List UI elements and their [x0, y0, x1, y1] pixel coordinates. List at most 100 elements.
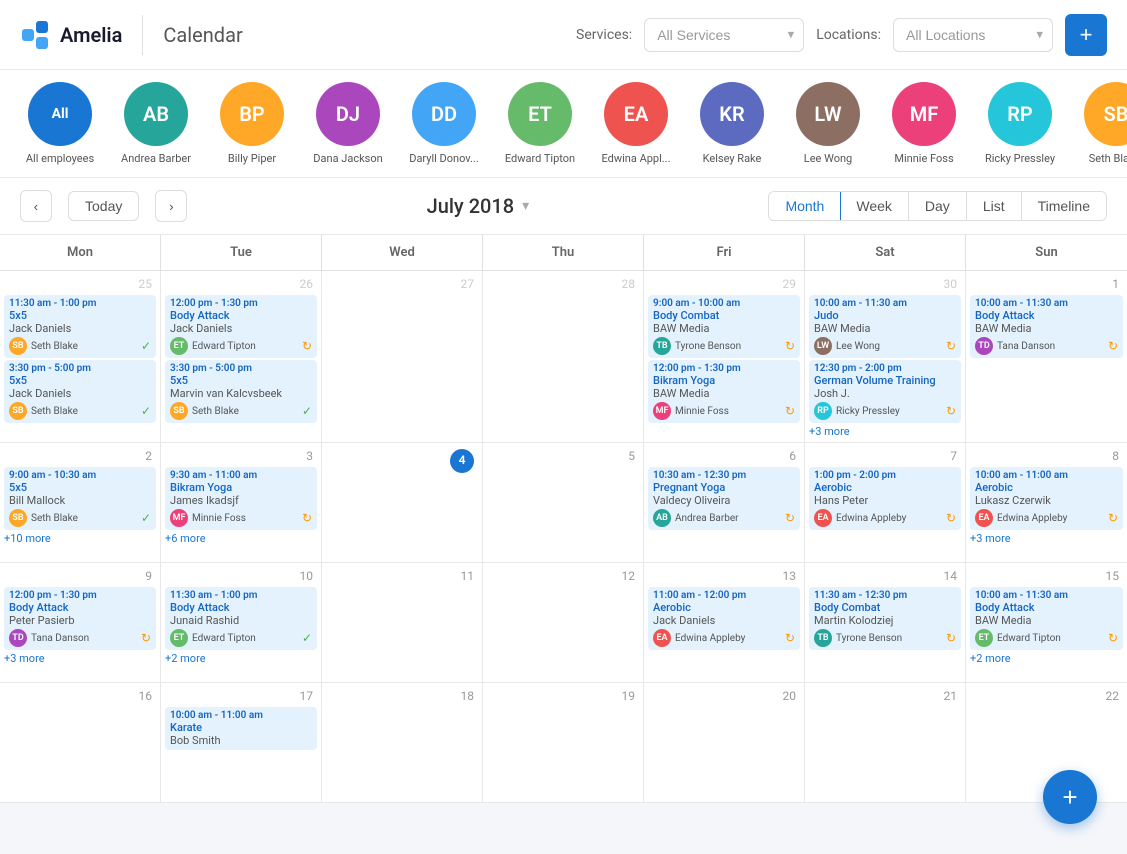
event-subtitle: Valdecy Oliveira [653, 494, 795, 507]
calendar-event[interactable]: 11:30 am - 1:00 pmBody AttackJunaid Rash… [165, 587, 317, 650]
more-link[interactable]: +3 more [4, 652, 156, 665]
calendar-event[interactable]: 1:00 pm - 2:00 pmAerobicHans Peter EA Ed… [809, 467, 961, 530]
avatar: ET [508, 82, 572, 146]
calendar-event[interactable]: 9:00 am - 10:30 am5x5Bill Mallock SB Set… [4, 467, 156, 530]
cal-cell: 1311:00 am - 12:00 pmAerobicJack Daniels… [644, 563, 805, 683]
logo-icon [20, 19, 52, 51]
next-button[interactable]: › [155, 190, 187, 222]
employee-item-ricky[interactable]: RPRicky Pressley [980, 82, 1060, 165]
calendar-event[interactable]: 9:00 am - 10:00 amBody CombatBAW Media T… [648, 295, 800, 358]
view-month-button[interactable]: Month [768, 191, 841, 221]
cal-date-number: 5 [487, 447, 639, 467]
page-title: Calendar [163, 23, 242, 47]
calendar-event[interactable]: 10:00 am - 11:30 amBody AttackBAW Media … [970, 587, 1123, 650]
calendar-event[interactable]: 3:30 pm - 5:00 pm5x5Marvin van Kalcvsbee… [165, 360, 317, 423]
cal-cell: 16 [0, 683, 161, 803]
employee-item-kelsey[interactable]: KRKelsey Rake [692, 82, 772, 165]
cal-date-number: 11 [326, 567, 478, 587]
employee-item-edwina[interactable]: EAEdwina Appl... [596, 82, 676, 165]
calendar-event[interactable]: 10:00 am - 11:30 amBody AttackBAW Media … [970, 295, 1123, 358]
cal-date-number: 8 [970, 447, 1123, 467]
employee-item-dana[interactable]: DJDana Jackson [308, 82, 388, 165]
cal-date-number: 14 [809, 567, 961, 587]
employee-item-andrea[interactable]: ABAndrea Barber [116, 82, 196, 165]
more-link[interactable]: +3 more [970, 532, 1123, 545]
employee-name: Daryll Donov... [409, 152, 479, 165]
more-link[interactable]: +2 more [970, 652, 1123, 665]
event-status-icon: ↻ [785, 631, 795, 645]
event-subtitle: Marvin van Kalcvsbeek [170, 387, 312, 400]
locations-select[interactable]: All Locations [893, 18, 1053, 52]
cal-header-sat: Sat [805, 235, 966, 270]
more-link[interactable]: +3 more [809, 425, 961, 438]
event-time: 9:30 am - 11:00 am [170, 470, 312, 481]
event-status-icon: ✓ [302, 631, 312, 645]
cal-cell: 912:00 pm - 1:30 pmBody AttackPeter Pasi… [0, 563, 161, 683]
more-link[interactable]: +2 more [165, 652, 317, 665]
event-subtitle: Peter Pasierb [9, 614, 151, 627]
event-avatar: ET [170, 629, 188, 647]
cal-header-tue: Tue [161, 235, 322, 270]
event-time: 11:00 am - 12:00 pm [653, 590, 795, 601]
cal-date-number: 13 [648, 567, 800, 587]
view-buttons: Month Week Day List Timeline [768, 191, 1107, 221]
calendar-event[interactable]: 9:30 am - 11:00 amBikram YogaJames Ikads… [165, 467, 317, 530]
employee-item-billy[interactable]: BPBilly Piper [212, 82, 292, 165]
event-attendee-name: Edwina Appleby [836, 513, 942, 524]
calendar-event[interactable]: 11:30 am - 12:30 pmBody CombatMartin Kol… [809, 587, 961, 650]
calendar-event[interactable]: 12:00 pm - 1:30 pmBody AttackPeter Pasie… [4, 587, 156, 650]
employee-item-lee[interactable]: LWLee Wong [788, 82, 868, 165]
event-attendee-name: Tana Danson [997, 341, 1104, 352]
employee-item-minnie[interactable]: MFMinnie Foss [884, 82, 964, 165]
view-day-button[interactable]: Day [909, 192, 967, 220]
calendar-event[interactable]: 10:00 am - 11:00 amKarateBob Smith [165, 707, 317, 750]
calendar-event[interactable]: 12:30 pm - 2:00 pmGerman Volume Training… [809, 360, 961, 423]
calendar-event[interactable]: 12:00 pm - 1:30 pmBody AttackJack Daniel… [165, 295, 317, 358]
fab-add-button[interactable]: + [1043, 770, 1097, 824]
services-select-wrapper[interactable]: All Services [644, 18, 804, 52]
employee-item-seth[interactable]: SBSeth Blak... [1076, 82, 1127, 165]
event-attendee-row: SB Seth Blake ✓ [170, 402, 312, 420]
calendar-event[interactable]: 11:00 am - 12:00 pmAerobicJack Daniels E… [648, 587, 800, 650]
employee-name: All employees [26, 152, 94, 165]
today-button[interactable]: Today [68, 191, 139, 221]
prev-button[interactable]: ‹ [20, 190, 52, 222]
employee-item-daryll[interactable]: DDDaryll Donov... [404, 82, 484, 165]
calendar-event[interactable]: 11:30 am - 1:00 pm5x5Jack Daniels SB Set… [4, 295, 156, 358]
cal-cell: 39:30 am - 11:00 amBikram YogaJames Ikad… [161, 443, 322, 563]
more-link[interactable]: +10 more [4, 532, 156, 545]
event-title: 5x5 [9, 481, 151, 494]
event-title: 5x5 [9, 374, 151, 387]
locations-select-wrapper[interactable]: All Locations [893, 18, 1053, 52]
view-week-button[interactable]: Week [840, 192, 909, 220]
event-attendee-name: Edwina Appleby [997, 513, 1104, 524]
view-timeline-button[interactable]: Timeline [1022, 192, 1106, 220]
employee-item-edward[interactable]: ETEdward Tipton [500, 82, 580, 165]
event-title: Body Attack [975, 309, 1118, 322]
more-link[interactable]: +6 more [165, 532, 317, 545]
calendar-event[interactable]: 10:00 am - 11:30 amJudoBAW Media LW Lee … [809, 295, 961, 358]
header-add-button[interactable]: + [1065, 14, 1107, 56]
employee-row: AllAll employeesABAndrea BarberBPBilly P… [0, 70, 1127, 178]
event-attendee-name: Seth Blake [31, 406, 137, 417]
cal-header-wed: Wed [322, 235, 483, 270]
calendar-event[interactable]: 10:00 am - 11:00 amAerobicLukasz Czerwik… [970, 467, 1123, 530]
avatar: BP [220, 82, 284, 146]
calendar-event[interactable]: 3:30 pm - 5:00 pm5x5Jack Daniels SB Seth… [4, 360, 156, 423]
cal-cell: 3010:00 am - 11:30 amJudoBAW Media LW Le… [805, 271, 966, 443]
cal-cell: 27 [322, 271, 483, 443]
event-attendee-row: TB Tyrone Benson ↻ [653, 337, 795, 355]
calendar-event[interactable]: 12:00 pm - 1:30 pmBikram YogaBAW Media M… [648, 360, 800, 423]
view-list-button[interactable]: List [967, 192, 1022, 220]
event-title: Karate [170, 721, 312, 734]
employee-item-all[interactable]: AllAll employees [20, 82, 100, 165]
cal-cell: 20 [644, 683, 805, 803]
event-avatar: EA [653, 629, 671, 647]
calendar-event[interactable]: 10:30 am - 12:30 pmPregnant YogaValdecy … [648, 467, 800, 530]
month-dropdown-icon[interactable]: ▾ [522, 198, 529, 214]
cal-header-sun: Sun [966, 235, 1127, 270]
month-display: July 2018 ▾ [203, 194, 752, 218]
services-select[interactable]: All Services [644, 18, 804, 52]
calendar: MonTueWedThuFriSatSun 2511:30 am - 1:00 … [0, 235, 1127, 803]
event-status-icon: ✓ [302, 404, 312, 418]
